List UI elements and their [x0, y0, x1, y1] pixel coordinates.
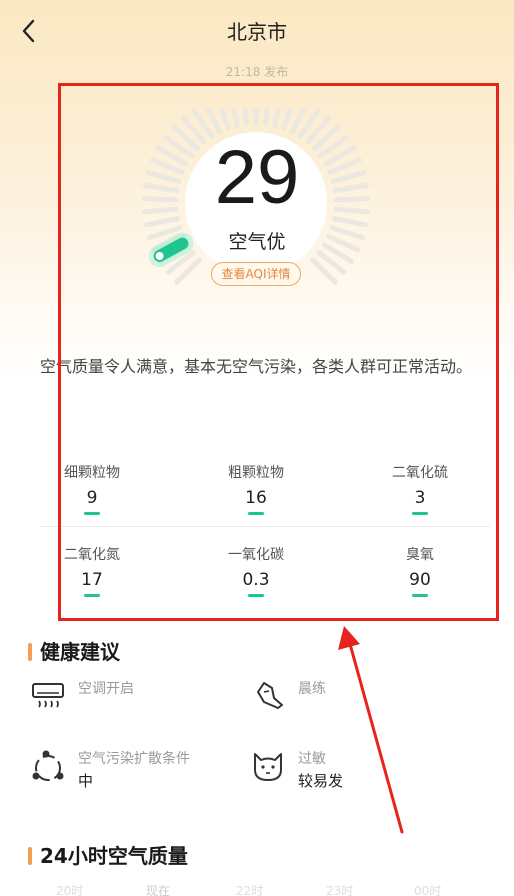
tip-label: 空气污染扩散条件: [78, 751, 190, 767]
tip-label: 晨练: [298, 681, 326, 697]
annotation-arrow: [338, 626, 404, 834]
diffusion-icon: [32, 750, 64, 781]
allergy-cat-icon: [254, 753, 282, 781]
hour-label: 22时: [236, 884, 264, 896]
publish-time: 21:18 发布: [225, 65, 289, 79]
hourly-air-quality-title: 24小时空气质量: [28, 840, 188, 869]
hour-label: 现在: [146, 884, 171, 896]
tip-value: 中: [78, 772, 94, 790]
tip-air-conditioner[interactable]: 空调开启: [30, 678, 250, 728]
hourly-labels-row: 20时 现在 22时 23时 00时: [0, 884, 514, 896]
health-advice-title: 健康建议: [28, 636, 120, 665]
running-shoe-icon: [257, 682, 283, 709]
city-title: 北京市: [227, 20, 287, 44]
air-conditioner-icon: [32, 683, 64, 708]
section-marker: [28, 847, 32, 865]
tip-label: 过敏: [298, 751, 326, 767]
hour-label: 23时: [326, 884, 354, 896]
tip-label: 空调开启: [78, 681, 134, 697]
highlight-annotation-box: [58, 83, 499, 621]
hour-label: 00时: [414, 884, 442, 896]
hour-label: 20时: [56, 884, 84, 896]
header: 北京市: [0, 0, 514, 60]
section-marker: [28, 643, 32, 661]
tip-pollution-diffusion[interactable]: 空气污染扩散条件 中: [30, 748, 250, 798]
